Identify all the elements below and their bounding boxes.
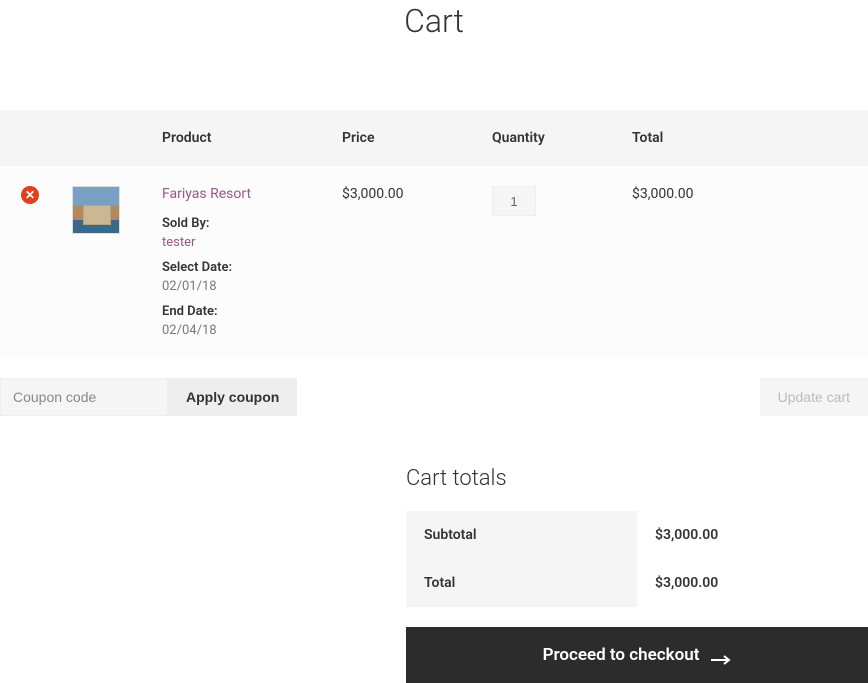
apply-coupon-button[interactable]: Apply coupon [168,378,297,416]
col-remove-header [0,110,60,166]
subtotal-row: Subtotal $3,000.00 [406,511,868,559]
col-quantity-header: Quantity [480,110,620,166]
checkout-label: Proceed to checkout [543,645,700,665]
cart-actions: Apply coupon Update cart [0,378,868,416]
total-label: Total [406,559,637,607]
arrow-right-icon [711,650,731,660]
subtotal-value: $3,000.00 [637,511,868,559]
cart-item-row: ✕ Fariyas Resort Sold By: tester Select … [0,166,868,358]
item-total: $3,000.00 [620,166,868,358]
product-name-link[interactable]: Fariyas Resort [162,186,251,202]
cart-table-header-row: Product Price Quantity Total [0,110,868,166]
proceed-to-checkout-button[interactable]: Proceed to checkout [406,627,868,683]
cart-table: Product Price Quantity Total ✕ Fariyas R… [0,110,868,358]
totals-table: Subtotal $3,000.00 Total $3,000.00 [406,511,868,607]
coupon-code-input[interactable] [0,378,168,416]
product-thumbnail[interactable] [72,186,120,234]
update-cart-button[interactable]: Update cart [760,378,868,416]
select-date-value: 02/01/18 [162,279,318,294]
total-value: $3,000.00 [637,559,868,607]
close-icon: ✕ [25,189,35,201]
col-thumb-header [60,110,150,166]
col-total-header: Total [620,110,868,166]
col-price-header: Price [330,110,480,166]
coupon-group: Apply coupon [0,378,297,416]
sold-by-label: Sold By: [162,216,318,231]
end-date-label: End Date: [162,304,318,319]
remove-item-button[interactable]: ✕ [21,186,39,204]
cart-totals: Cart totals Subtotal $3,000.00 Total $3,… [406,466,868,683]
sold-by-value[interactable]: tester [162,235,318,250]
end-date-value: 02/04/18 [162,323,318,338]
quantity-input[interactable] [492,186,536,216]
subtotal-label: Subtotal [406,511,637,559]
total-row: Total $3,000.00 [406,559,868,607]
page-title: Cart [0,2,868,40]
select-date-label: Select Date: [162,260,318,275]
col-product-header: Product [150,110,330,166]
item-price: $3,000.00 [330,166,480,358]
cart-totals-title: Cart totals [406,466,868,491]
